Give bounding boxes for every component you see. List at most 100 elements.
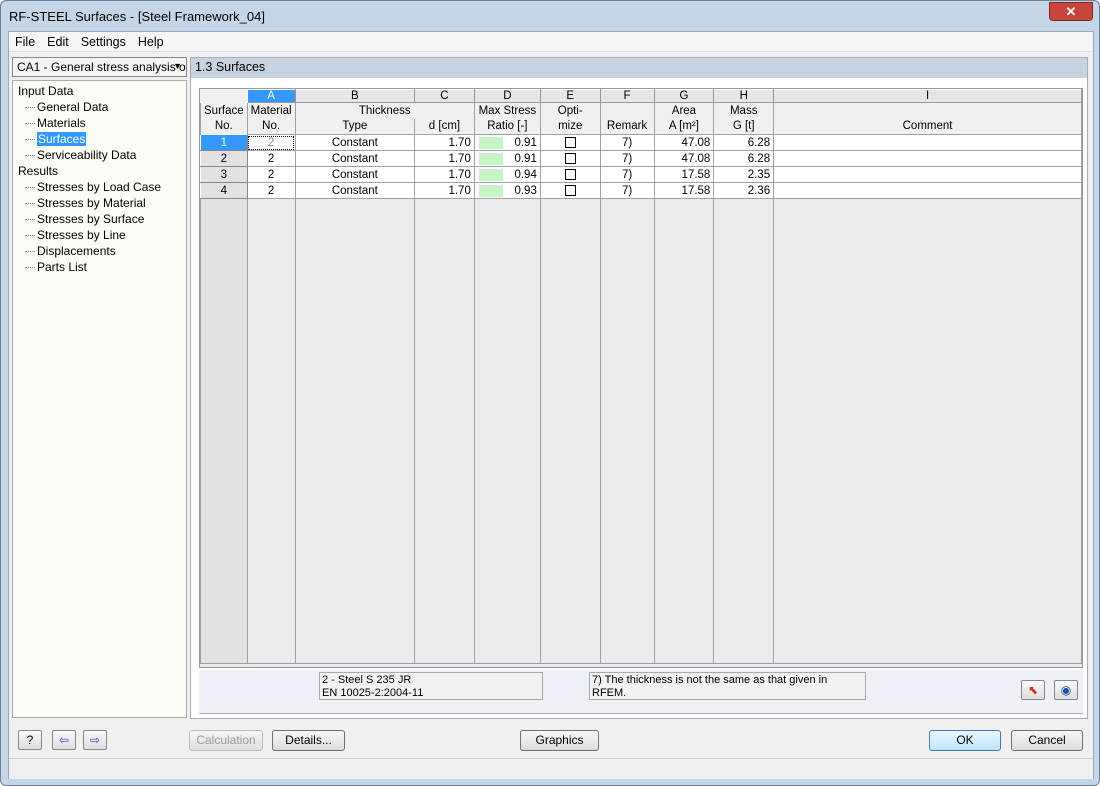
table-row[interactable]: 1 2 Constant 1.70 0.91 7) 47.08 6.28 [200,134,1082,151]
optimize-checkbox[interactable] [564,184,576,196]
type-cell[interactable]: Constant [294,150,416,167]
header-d: d [cm] [414,118,475,135]
tree-item-parts-list[interactable]: Parts List [13,259,186,275]
optimize-cell[interactable] [539,150,601,167]
header-optimize: Opti- [539,102,601,119]
client-area: File Edit Settings Help CA1 - General stres… [8,31,1094,779]
material-cell[interactable]: 2 [246,166,296,183]
export-button[interactable]: ⇨ [83,730,107,750]
type-cell[interactable]: Constant [294,182,416,199]
optimize-checkbox[interactable] [564,136,576,148]
view-button[interactable]: ◉ [1054,680,1078,700]
material-note: 2 - Steel S 235 JR EN 10025-2:2004-11 [319,672,543,700]
row-number[interactable]: 3 [200,166,248,183]
tree-label: Materials [37,116,86,130]
tree-item-materials[interactable]: Materials [13,115,186,131]
tree-item-stresses-by-surface[interactable]: Stresses by Surface [13,211,186,227]
material-cell[interactable]: 2 [246,134,296,151]
thickness-cell[interactable]: 1.70 [414,166,475,183]
remark-cell: 7) [599,134,655,151]
surfaces-table: A B C D E F G H I Surface Material Thick… [199,88,1083,668]
column-letter-c[interactable]: C [414,89,475,103]
tree-item-serviceability-data[interactable]: Serviceability Data [13,147,186,163]
table-row[interactable]: 2 2 Constant 1.70 0.91 7) 47.08 6.28 [200,150,1082,167]
ratio-bar [478,185,503,197]
tree-item-surfaces[interactable]: Surfaces [13,131,186,147]
tree-label: General Data [37,100,109,114]
tree-label: Displacements [37,244,116,258]
close-button[interactable]: ✕ [1049,2,1093,21]
column-letter-g[interactable]: G [653,89,715,103]
tree-item-general-data[interactable]: General Data [13,99,186,115]
column-letter-b[interactable]: B [294,89,416,103]
corner-cell [200,89,248,103]
column-letter-a[interactable]: A [246,89,296,103]
area-cell: 47.08 [653,134,715,151]
menu-help[interactable]: Help [132,32,170,52]
ok-button[interactable]: OK [929,730,1001,751]
comment-cell[interactable] [773,150,1082,167]
thickness-cell[interactable]: 1.70 [414,182,475,199]
header-mize: mize [539,118,601,135]
header-area-unit: A [m²] [653,118,715,135]
optimize-cell[interactable] [539,166,601,183]
menu-file[interactable]: File [9,32,41,52]
optimize-cell[interactable] [539,134,601,151]
optimize-checkbox[interactable] [564,152,576,164]
import-button[interactable]: ⇦ [52,730,76,750]
header-comment: Comment [773,118,1082,135]
tree-item-stresses-by-material[interactable]: Stresses by Material [13,195,186,211]
graphics-button[interactable]: Graphics [520,730,599,751]
row-number[interactable]: 1 [200,134,248,151]
tree-label: Stresses by Load Case [37,180,162,194]
header-material: Material [246,102,296,119]
ratio-value: 0.91 [514,136,537,149]
empty-area [200,198,248,664]
details-button[interactable]: Details... [272,730,345,751]
tree-results[interactable]: Results [13,163,186,179]
mass-cell: 2.35 [713,166,775,183]
remark-note: 7) The thickness is not the same as that… [589,672,866,700]
tree-item-displacements[interactable]: Displacements [13,243,186,259]
help-button[interactable]: ? [18,730,42,750]
table-row[interactable]: 3 2 Constant 1.70 0.94 7) 17.58 2.35 [200,166,1082,183]
column-letter-f[interactable]: F [599,89,655,103]
menu-edit[interactable]: Edit [41,32,75,52]
eye-icon: ◉ [1060,683,1072,697]
row-number[interactable]: 4 [200,182,248,199]
column-letter-i[interactable]: I [773,89,1082,103]
comment-cell[interactable] [773,166,1082,183]
status-bar [9,758,1093,779]
optimize-cell[interactable] [539,182,601,199]
thickness-cell[interactable]: 1.70 [414,150,475,167]
menu-settings[interactable]: Settings [75,32,132,52]
cancel-button[interactable]: Cancel [1011,730,1083,751]
mass-cell: 2.36 [713,182,775,199]
column-letter-h[interactable]: H [713,89,775,103]
thickness-cell[interactable]: 1.70 [414,134,475,151]
table-row[interactable]: 4 2 Constant 1.70 0.93 7) 17.58 2.36 [200,182,1082,199]
comment-cell[interactable] [773,134,1082,151]
ratio-bar [478,153,503,165]
arrow-left-icon: ⇦ [58,733,70,747]
calculation-button[interactable]: Calculation [189,730,263,751]
header-surface-no: No. [200,118,248,135]
tree-input-data[interactable]: Input Data [13,83,186,99]
optimize-checkbox[interactable] [564,168,576,180]
comment-cell[interactable] [773,182,1082,199]
load-case-select[interactable]: CA1 - General stress analysis of ▼ [12,57,187,77]
material-cell[interactable]: 2 [246,182,296,199]
material-cell[interactable]: 2 [246,150,296,167]
type-cell[interactable]: Constant [294,166,416,183]
header-thickness: Thickness [294,102,475,119]
tree-item-stresses-by-load-case[interactable]: Stresses by Load Case [13,179,186,195]
type-cell[interactable]: Constant [294,134,416,151]
pick-button[interactable]: ⬉ [1021,680,1045,700]
column-letter-d[interactable]: D [473,89,541,103]
row-number[interactable]: 2 [200,150,248,167]
tree-item-stresses-by-line[interactable]: Stresses by Line [13,227,186,243]
header-ratio: Ratio [-] [473,118,541,135]
column-letter-e[interactable]: E [539,89,601,103]
menu-bar: File Edit Settings Help [9,32,1093,52]
surfaces-panel: 1.3 Surfaces A B C D E F G H I Surface M… [190,57,1088,719]
